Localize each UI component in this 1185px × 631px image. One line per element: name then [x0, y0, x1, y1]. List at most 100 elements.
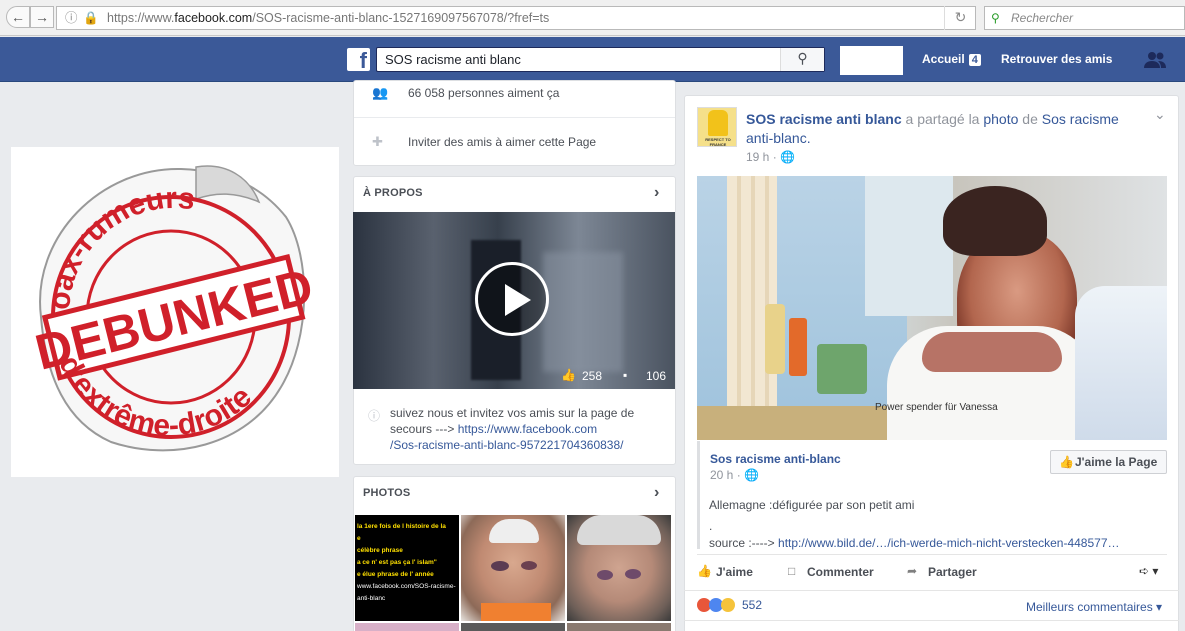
dropdown-caret-icon: ▾	[1156, 600, 1163, 614]
video-like-icon: 👍	[561, 368, 576, 382]
photo-thumb-woman-2[interactable]	[567, 515, 671, 621]
people-icon: 👥	[372, 85, 389, 100]
thumb-text-line: a ce n' est pas ça l' islam"	[357, 559, 437, 566]
facebook-search-value: SOS racisme anti blanc	[385, 52, 521, 67]
video-comment-count: 106	[646, 369, 667, 383]
post-body-line2: .	[709, 519, 713, 533]
reactions-summary[interactable]: 552	[697, 598, 762, 612]
about-link-part2[interactable]: /Sos-racisme-anti-blanc-957221704360838/	[390, 437, 675, 453]
shared-page-link[interactable]: Sos racisme anti-blanc	[710, 452, 841, 466]
likes-row: 👥 66 058 personnes aiment ça	[372, 85, 559, 101]
video-like-count: 258	[582, 369, 603, 383]
like-action[interactable]: J'aime	[716, 565, 753, 579]
url-path: /SOS-racisme-anti-blanc-1527169097567078…	[252, 11, 550, 25]
browser-toolbar: ← → ⓘ 🔒 https://www.facebook.com/SOS-rac…	[0, 0, 1185, 36]
post-body-line1: Allemagne :défigurée par son petit ami	[709, 498, 915, 512]
invite-row[interactable]: ✚ Inviter des amis à aimer cette Page	[372, 134, 596, 150]
browser-search-input[interactable]: ⚲ Rechercher	[984, 6, 1185, 30]
about-text-line2: secours --->	[390, 422, 455, 436]
url-domain: facebook.com	[174, 11, 253, 25]
nav-home-label: Accueil	[922, 52, 965, 66]
nav-find-friends[interactable]: Retrouver des amis	[1001, 52, 1112, 66]
comments-divider	[684, 620, 1179, 621]
video-comment-icon: ▪	[623, 368, 628, 382]
about-header[interactable]: À PROPOS	[363, 187, 423, 199]
photo-thumb-woman-1[interactable]	[461, 515, 565, 621]
forward-button[interactable]: →	[30, 6, 54, 28]
photo-thumb-4[interactable]	[355, 623, 459, 631]
url-bar[interactable]: ⓘ 🔒 https://www.facebook.com/SOS-racisme…	[56, 6, 976, 30]
audience-selector-icon[interactable]: ➪ ▾	[1139, 564, 1158, 578]
like-page-button[interactable]: 👍 J'aime la Page	[1050, 450, 1167, 474]
nav-home-badge: 4	[968, 54, 981, 66]
post-photo[interactable]: Power spender für Vanessa	[697, 176, 1167, 440]
post-shared-text: a partagé la	[901, 111, 984, 127]
url-prefix: https://www.	[107, 11, 175, 25]
reactions-count[interactable]: 552	[742, 598, 762, 612]
reactions-divider	[684, 590, 1179, 591]
friend-requests-icon[interactable]	[1143, 51, 1167, 69]
info-circle-icon: ⓘ	[368, 409, 381, 423]
photos-header[interactable]: PHOTOS	[363, 487, 410, 499]
back-button[interactable]: ←	[6, 6, 30, 28]
thumb-text-line: la 1ere fois de l histoire de la	[357, 523, 446, 530]
thumb-text-line: www.facebook.com/SOS-racisme-anti-blanc	[357, 583, 456, 602]
post-header-text: SOS racisme anti blanc a partagé la phot…	[746, 111, 1119, 146]
shared-time-text: 20 h	[710, 468, 734, 482]
thumbs-up-icon: 👍	[1059, 455, 1074, 469]
shared-time[interactable]: 20 h · 🌐	[710, 468, 759, 482]
post-time-text: 19 h	[746, 150, 770, 164]
chevron-right-icon[interactable]: ›	[654, 184, 659, 202]
post-of-word: de	[1018, 111, 1042, 127]
action-divider	[697, 554, 1167, 555]
action-bar: 👍 J'aime □ Commenter ➦ Partager ➪ ▾	[697, 564, 1172, 582]
search-icon[interactable]: ⚲	[780, 48, 824, 71]
like-page-label: J'aime la Page	[1075, 455, 1158, 469]
sad-reaction-icon	[721, 598, 735, 612]
post-options-chevron-icon[interactable]: ⌄	[1154, 106, 1166, 123]
photo-thumb-6[interactable]	[567, 623, 671, 631]
profile-link[interactable]	[840, 46, 903, 75]
post-author-link[interactable]: SOS racisme anti blanc	[746, 111, 902, 127]
shirt-text: Power spender für Vanessa	[875, 402, 998, 413]
avatar-text: RESPECT TO FRANCE	[705, 137, 731, 147]
best-comments-dropdown[interactable]: Meilleurs commentaires ▾	[1026, 600, 1162, 614]
post-time[interactable]: 19 h · 🌐	[746, 150, 795, 164]
info-icon: ⓘ	[65, 11, 78, 25]
add-person-icon: ✚	[372, 134, 383, 149]
thumb-text-line: e	[357, 535, 361, 542]
about-link-part1[interactable]: https://www.facebook.com	[458, 422, 597, 436]
share-action[interactable]: Partager	[928, 565, 977, 579]
facebook-logo[interactable]: f	[347, 48, 370, 73]
shared-globe-icon: 🌐	[744, 468, 759, 482]
photo-thumb-5[interactable]	[461, 623, 565, 631]
post-body: Allemagne :défigurée par son petit ami .…	[709, 497, 1159, 552]
comment-action[interactable]: Commenter	[807, 565, 874, 579]
about-text: suivez nous et invitez vos amis sur la p…	[390, 405, 675, 453]
thumb-text-line: e élue phrase de l' année	[357, 571, 434, 578]
best-comments-label: Meilleurs commentaires	[1026, 600, 1153, 614]
source-link[interactable]: http://www.bild.de/…/ich-werde-mich-nich…	[778, 536, 1119, 550]
comment-icon: □	[788, 564, 796, 578]
nav-home[interactable]: Accueil 4	[922, 52, 981, 66]
play-icon[interactable]	[475, 262, 549, 336]
about-video[interactable]: 👍 258 ▪ 106	[353, 212, 675, 389]
about-text-line1: suivez nous et invitez vos amis sur la p…	[390, 406, 635, 420]
like-icon: 👍	[697, 564, 712, 578]
lock-icon: 🔒	[83, 11, 99, 25]
photos-chevron-right-icon[interactable]: ›	[654, 484, 659, 502]
facebook-header: f SOS racisme anti blanc ⚲ Accueil 4 Retr…	[0, 37, 1185, 82]
page-avatar[interactable]: RESPECT TO FRANCE	[697, 107, 737, 147]
photo-thumb-quote[interactable]: la 1ere fois de l histoire de la e célèb…	[355, 515, 459, 621]
facebook-search-input[interactable]: SOS racisme anti blanc ⚲	[376, 47, 825, 72]
post-photo-link[interactable]: photo	[983, 111, 1018, 127]
debunked-sticker-image: Hoax-rumeurs DEBUNKED d'extrême-droite	[11, 147, 339, 477]
globe-icon: 🌐	[780, 150, 795, 164]
likes-count-text: 66 058 personnes aiment ça	[408, 86, 560, 100]
invite-text[interactable]: Inviter des amis à aimer cette Page	[408, 135, 596, 149]
source-label: source :---->	[709, 536, 775, 550]
browser-search-placeholder: Rechercher	[1011, 11, 1074, 25]
search-engine-icon: ⚲	[991, 11, 1000, 25]
share-icon: ➦	[907, 564, 918, 578]
reload-icon[interactable]: ↻	[944, 6, 976, 30]
